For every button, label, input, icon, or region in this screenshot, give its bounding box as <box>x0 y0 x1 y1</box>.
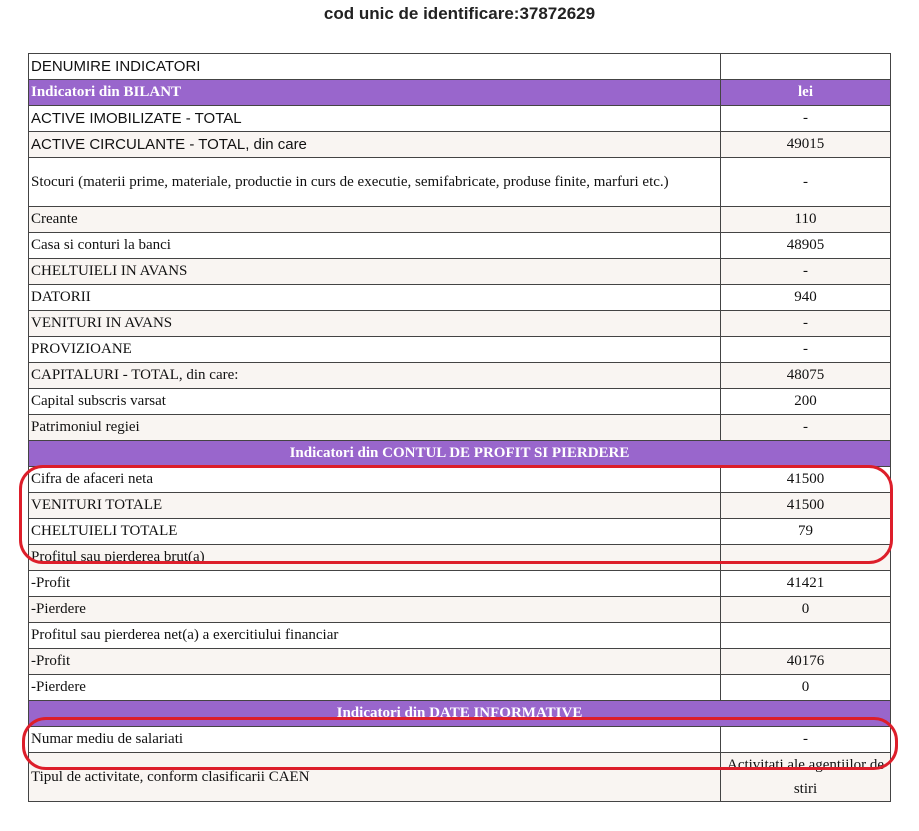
table-row: Stocuri (materii prime, materiale, produ… <box>28 157 891 207</box>
row-value: - <box>720 310 891 337</box>
section-header-informative: Indicatori din DATE INFORMATIVE <box>28 700 891 727</box>
indicators-table: DENUMIRE INDICATORI Indicatori din BILAN… <box>28 53 891 802</box>
table-row: CAPITALURI - TOTAL, din care: 48075 <box>28 362 891 389</box>
row-value: - <box>720 258 891 285</box>
row-value: - <box>720 726 891 753</box>
row-value: 49015 <box>720 131 891 158</box>
table-row: Capital subscris varsat 200 <box>28 388 891 415</box>
row-label: Profitul sau pierderea brut(a) <box>28 544 721 571</box>
row-label: CHELTUIELI TOTALE <box>28 518 721 545</box>
row-label: Tipul de activitate, conform clasificari… <box>28 752 721 802</box>
row-label: CHELTUIELI IN AVANS <box>28 258 721 285</box>
table-row: Cifra de afaceri neta 41500 <box>28 466 891 493</box>
row-label: Numar mediu de salariati <box>28 726 721 753</box>
table-row: ACTIVE IMOBILIZATE - TOTAL - <box>28 105 891 132</box>
table-row: CHELTUIELI IN AVANS - <box>28 258 891 285</box>
table-row: Tipul de activitate, conform clasificari… <box>28 752 891 802</box>
row-value: 940 <box>720 284 891 311</box>
row-value: - <box>720 105 891 132</box>
section-title-profit: Indicatori din CONTUL DE PROFIT SI PIERD… <box>28 440 891 467</box>
row-label: -Profit <box>28 570 721 597</box>
table-row: Profitul sau pierderea brut(a) <box>28 544 891 571</box>
row-label: Stocuri (materii prime, materiale, produ… <box>28 157 721 207</box>
row-label: ACTIVE IMOBILIZATE - TOTAL <box>28 105 721 132</box>
row-value: - <box>720 414 891 441</box>
row-value: 41500 <box>720 492 891 519</box>
row-value: - <box>720 336 891 363</box>
row-label: PROVIZIOANE <box>28 336 721 363</box>
section-header-profit: Indicatori din CONTUL DE PROFIT SI PIERD… <box>28 440 891 467</box>
row-value: 48075 <box>720 362 891 389</box>
table-row: DATORII 940 <box>28 284 891 311</box>
row-label: Patrimoniul regiei <box>28 414 721 441</box>
table-row: -Pierdere 0 <box>28 674 891 701</box>
section-header-bilant: Indicatori din BILANT lei <box>28 79 891 106</box>
row-value: 40176 <box>720 648 891 675</box>
row-label: -Pierdere <box>28 674 721 701</box>
row-label: VENITURI IN AVANS <box>28 310 721 337</box>
table-row: VENITURI TOTALE 41500 <box>28 492 891 519</box>
row-label: DATORII <box>28 284 721 311</box>
row-label: Capital subscris varsat <box>28 388 721 415</box>
row-label: ACTIVE CIRCULANTE - TOTAL, din care <box>28 131 721 158</box>
row-value: - <box>720 157 891 207</box>
table-row: ACTIVE CIRCULANTE - TOTAL, din care 4901… <box>28 131 891 158</box>
table-row: CHELTUIELI TOTALE 79 <box>28 518 891 545</box>
table-row: Numar mediu de salariati - <box>28 726 891 753</box>
row-label: VENITURI TOTALE <box>28 492 721 519</box>
row-value: 0 <box>720 596 891 623</box>
table-header-row: DENUMIRE INDICATORI <box>28 53 891 80</box>
column-header-indicators: DENUMIRE INDICATORI <box>28 53 721 80</box>
table-row: Creante 110 <box>28 206 891 233</box>
row-value: 110 <box>720 206 891 233</box>
column-header-value <box>720 53 891 80</box>
row-label: -Profit <box>28 648 721 675</box>
table-row: Profitul sau pierderea net(a) a exerciti… <box>28 622 891 649</box>
row-label: -Pierdere <box>28 596 721 623</box>
row-label: CAPITALURI - TOTAL, din care: <box>28 362 721 389</box>
row-value: 41500 <box>720 466 891 493</box>
row-label: Casa si conturi la banci <box>28 232 721 259</box>
table-row: -Pierdere 0 <box>28 596 891 623</box>
row-value: 79 <box>720 518 891 545</box>
row-label: Creante <box>28 206 721 233</box>
row-value: 48905 <box>720 232 891 259</box>
row-label: Cifra de afaceri neta <box>28 466 721 493</box>
unit-label: lei <box>720 79 891 106</box>
table-row: Casa si conturi la banci 48905 <box>28 232 891 259</box>
row-value: 0 <box>720 674 891 701</box>
table-row: -Profit 41421 <box>28 570 891 597</box>
page-title: cod unic de identificare:37872629 <box>323 4 596 23</box>
table-row: VENITURI IN AVANS - <box>28 310 891 337</box>
table-row: Patrimoniul regiei - <box>28 414 891 441</box>
section-title-bilant: Indicatori din BILANT <box>28 79 721 106</box>
section-title-informative: Indicatori din DATE INFORMATIVE <box>28 700 891 727</box>
table-row: -Profit 40176 <box>28 648 891 675</box>
row-label: Profitul sau pierderea net(a) a exerciti… <box>28 622 721 649</box>
table-row: PROVIZIOANE - <box>28 336 891 363</box>
row-value: 200 <box>720 388 891 415</box>
row-value <box>720 622 891 649</box>
row-value <box>720 544 891 571</box>
row-value: 41421 <box>720 570 891 597</box>
row-value: Activitati ale agentiilor de stiri <box>720 752 891 802</box>
